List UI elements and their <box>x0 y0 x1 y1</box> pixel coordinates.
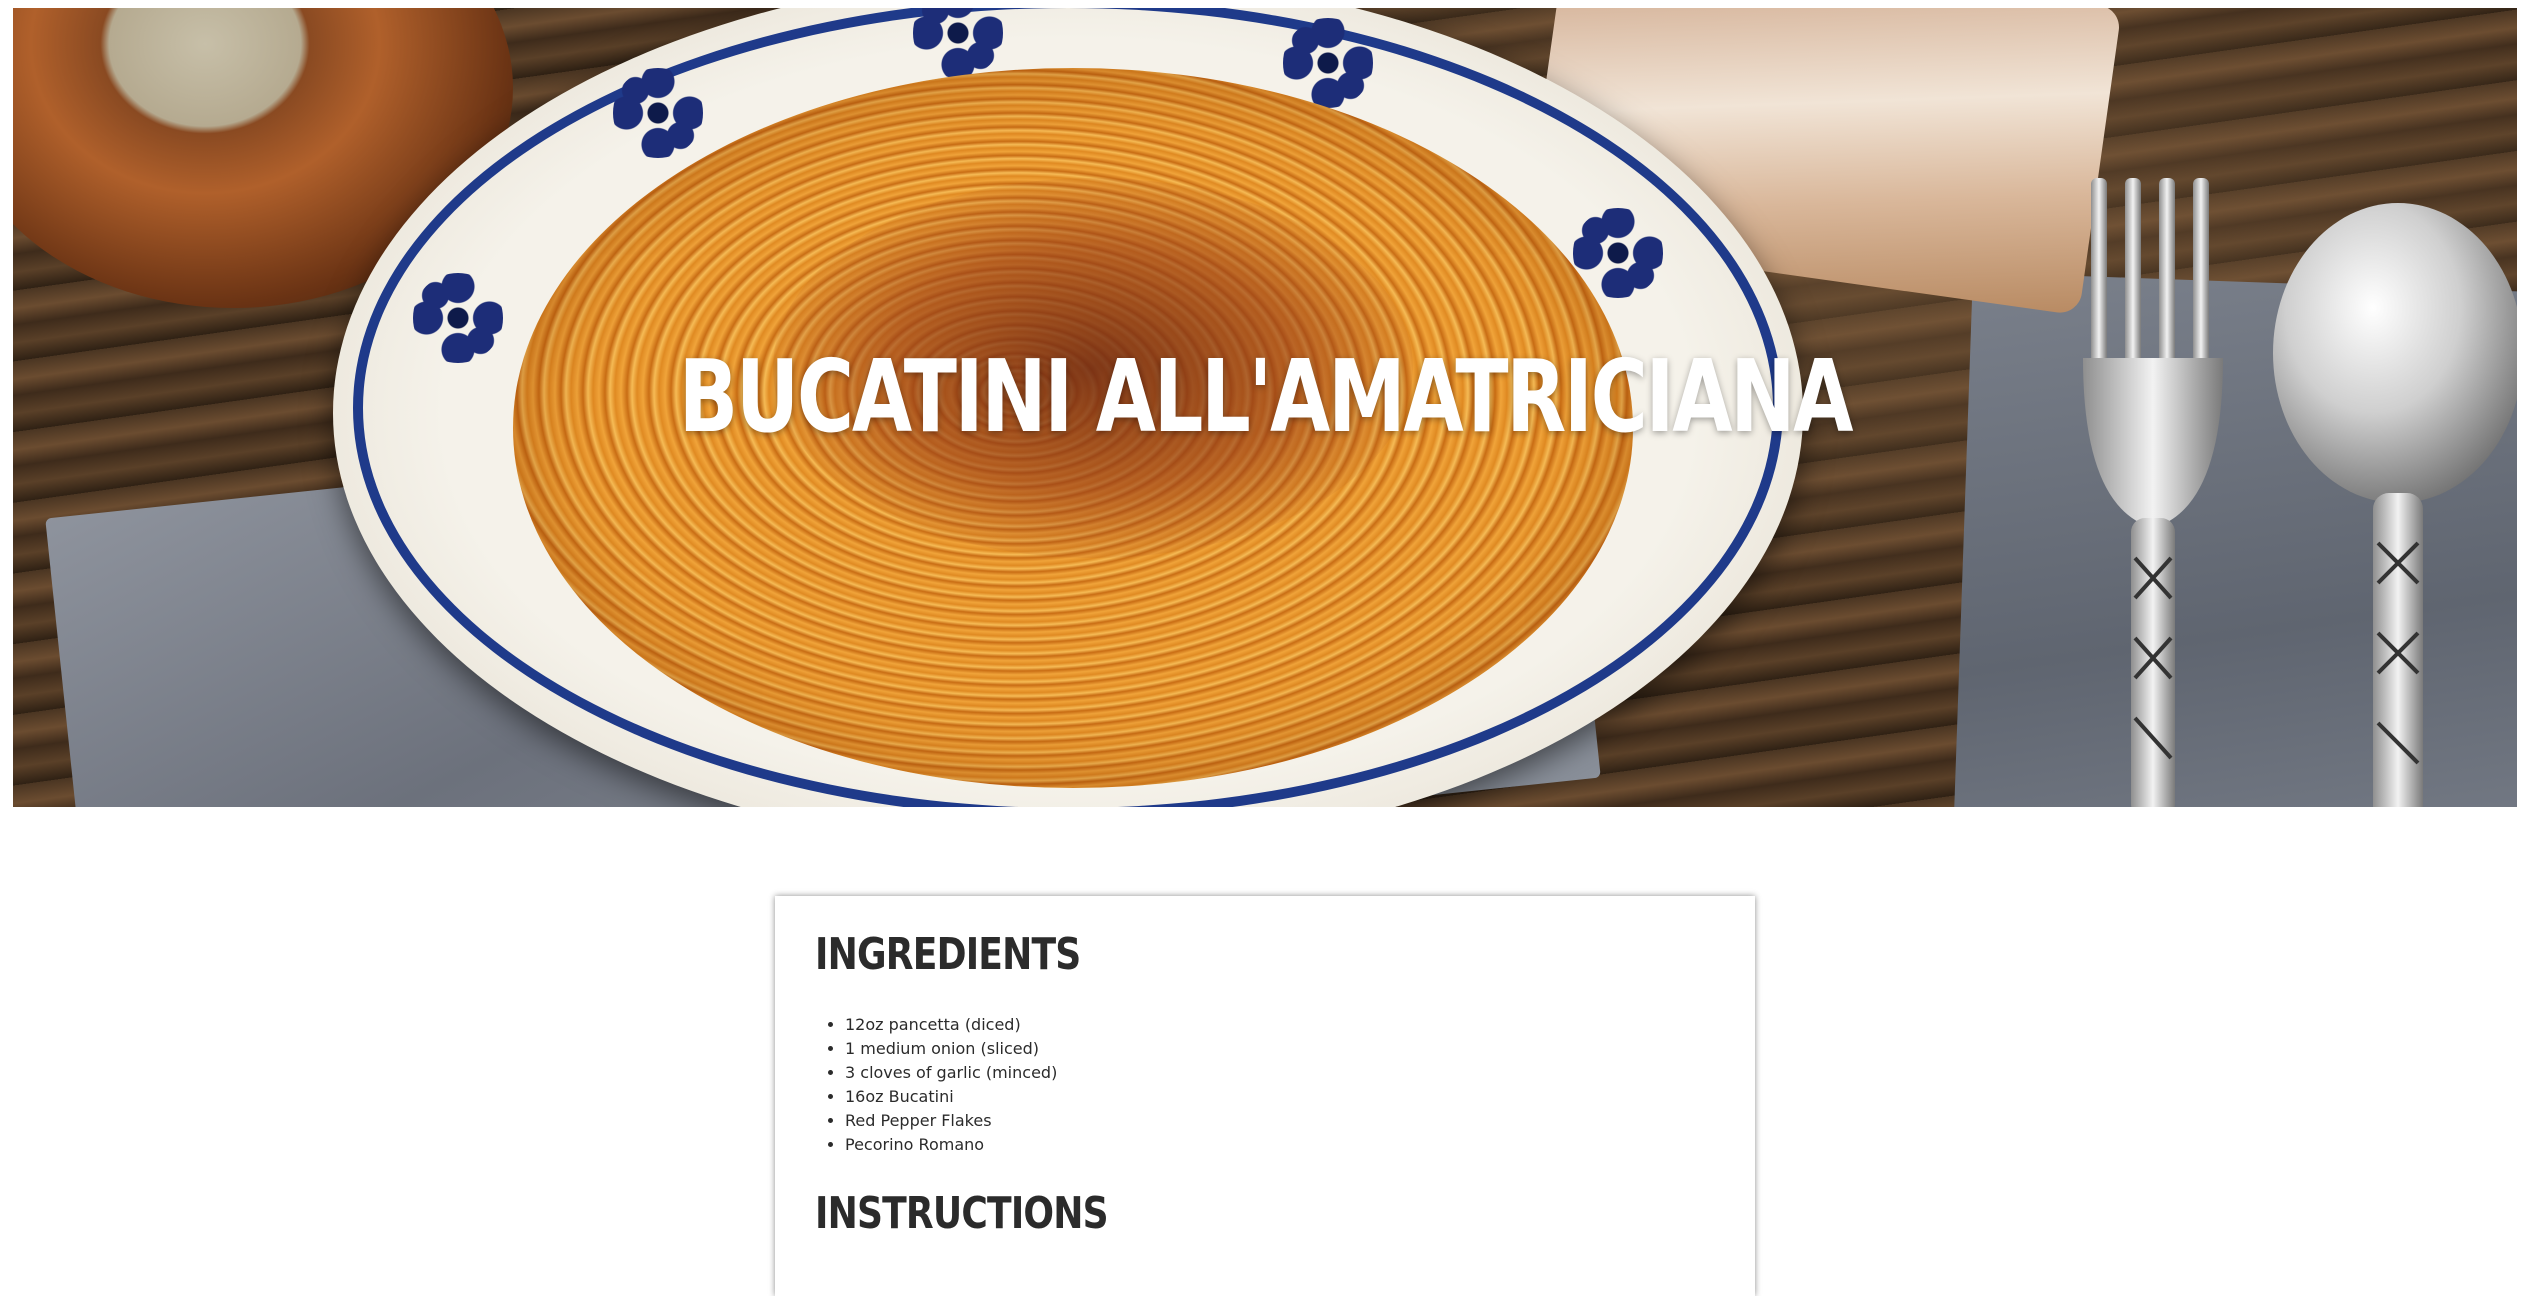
spoon-icon <box>2273 203 2517 807</box>
ingredient-list: 12oz pancetta (diced) 1 medium onion (sl… <box>815 1013 1057 1157</box>
ingredients-heading: Ingredients <box>815 929 1081 980</box>
recipe-card: Ingredients 12oz pancetta (diced) 1 medi… <box>775 896 1755 1296</box>
plate-flower-decoration <box>1283 18 1373 108</box>
fork-icon <box>2083 178 2223 807</box>
ingredient-item: 3 cloves of garlic (minced) <box>845 1061 1057 1085</box>
hero-banner: Bucatini All'Amatriciana <box>13 8 2517 807</box>
ingredient-item: 12oz pancetta (diced) <box>845 1013 1057 1037</box>
recipe-title: Bucatini All'Amatriciana <box>678 338 1854 455</box>
plate-flower-decoration <box>613 68 703 158</box>
ingredient-item: 1 medium onion (sliced) <box>845 1037 1057 1061</box>
ingredient-item: Red Pepper Flakes <box>845 1109 1057 1133</box>
instructions-heading: Instructions <box>815 1188 1109 1239</box>
ingredient-item: 16oz Bucatini <box>845 1085 1057 1109</box>
ingredient-item: Pecorino Romano <box>845 1133 1057 1157</box>
